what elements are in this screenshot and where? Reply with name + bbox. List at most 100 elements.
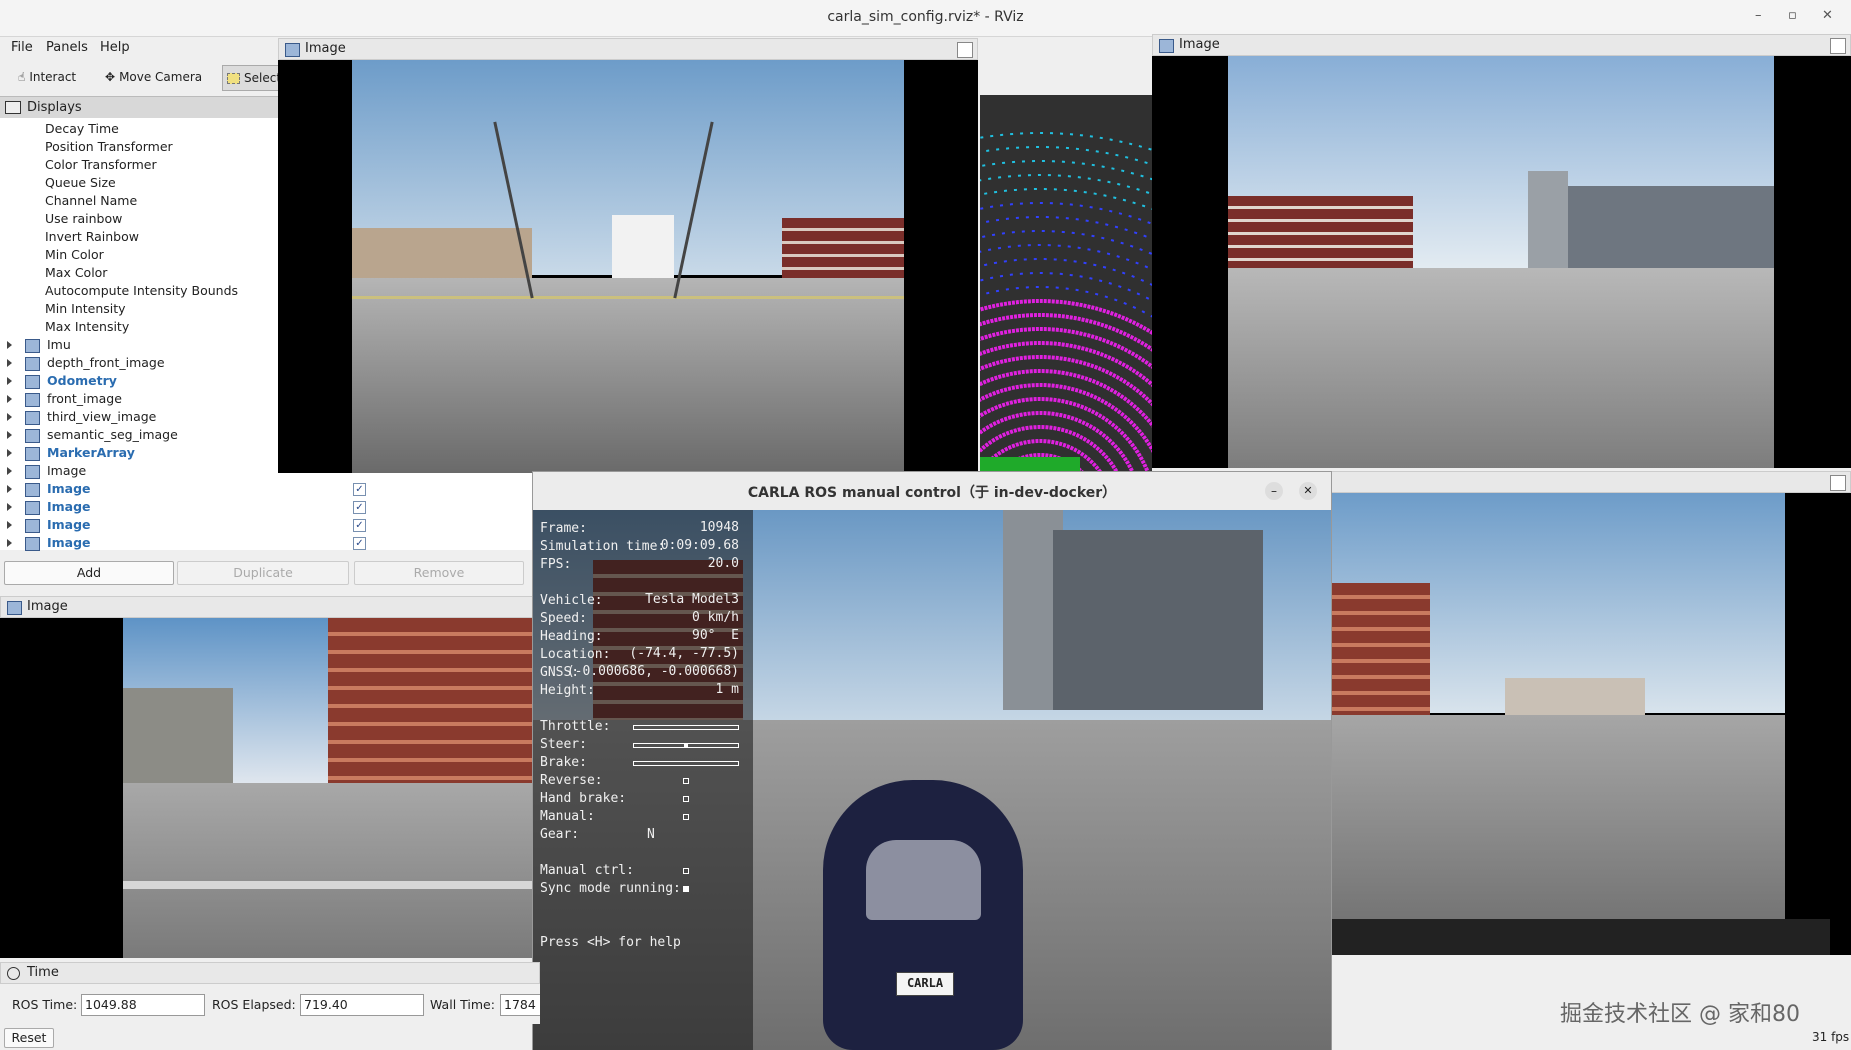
expand-arrow-icon[interactable] bbox=[7, 467, 12, 475]
displays-title: Displays bbox=[27, 100, 82, 115]
duplicate-button[interactable]: Duplicate bbox=[177, 561, 349, 585]
expand-arrow-icon[interactable] bbox=[7, 539, 12, 547]
menu-panels[interactable]: Panels bbox=[46, 40, 88, 55]
building bbox=[612, 215, 674, 285]
display-item[interactable]: Image ✓ bbox=[0, 498, 540, 516]
expand-arrow-icon[interactable] bbox=[7, 449, 12, 457]
hud-control-bar bbox=[633, 725, 739, 730]
image-panel-header-right: Image bbox=[1152, 34, 1851, 56]
image-view-top[interactable] bbox=[278, 60, 978, 473]
display-property[interactable]: Invert Rainbow bbox=[45, 228, 139, 246]
hud-value: 0:09:09.68 bbox=[660, 538, 739, 553]
marker-array-icon bbox=[25, 447, 40, 461]
menu-help[interactable]: Help bbox=[100, 40, 130, 55]
display-item[interactable]: Image ✓ bbox=[0, 534, 540, 552]
expand-arrow-icon[interactable] bbox=[7, 431, 12, 439]
hud-help-text: Press <H> for help bbox=[540, 935, 681, 950]
image-panel-header-lower-right bbox=[1330, 471, 1851, 493]
remove-button[interactable]: Remove bbox=[354, 561, 524, 585]
imu-icon bbox=[25, 339, 40, 353]
image-icon bbox=[285, 43, 300, 57]
hud-manual-ctrl-label: Manual ctrl: bbox=[540, 863, 634, 878]
hud-value: 10948 bbox=[699, 520, 739, 535]
expand-arrow-icon[interactable] bbox=[7, 377, 12, 385]
display-property[interactable]: Min Color bbox=[45, 246, 104, 264]
expand-arrow-icon[interactable] bbox=[7, 413, 12, 421]
float-toggle-button[interactable] bbox=[1830, 38, 1846, 54]
maximize-button[interactable]: ▫ bbox=[1788, 8, 1797, 23]
select-button[interactable]: Select bbox=[222, 65, 287, 91]
enable-checkbox[interactable]: ✓ bbox=[353, 537, 366, 550]
expand-arrow-icon[interactable] bbox=[7, 503, 12, 511]
expand-arrow-icon[interactable] bbox=[7, 341, 12, 349]
expand-arrow-icon[interactable] bbox=[7, 359, 12, 367]
interact-button[interactable]: ☝ Interact bbox=[18, 65, 76, 89]
expand-arrow-icon[interactable] bbox=[7, 485, 12, 493]
carla-manual-control-window[interactable]: CARLA ROS manual control（于 in-dev-docker… bbox=[532, 471, 1332, 1050]
wall-time-field[interactable]: 1784 bbox=[500, 994, 540, 1016]
hand-icon: ☝ bbox=[18, 70, 26, 84]
image-view-lower-right[interactable] bbox=[1330, 493, 1851, 955]
building bbox=[1528, 171, 1568, 271]
display-property[interactable]: Channel Name bbox=[45, 192, 137, 210]
display-property[interactable]: Color Transformer bbox=[45, 156, 157, 174]
display-item[interactable]: Image ✓ bbox=[0, 480, 540, 498]
building bbox=[1568, 186, 1774, 271]
expand-arrow-icon[interactable] bbox=[7, 395, 12, 403]
display-property[interactable]: Decay Time bbox=[45, 120, 119, 138]
image-view-right[interactable] bbox=[1152, 56, 1851, 468]
display-property[interactable]: Queue Size bbox=[45, 174, 116, 192]
clock-icon bbox=[7, 967, 20, 980]
license-plate: CARLA bbox=[896, 972, 954, 996]
watermark: 掘金技术社区 @ 家和80 bbox=[1560, 1002, 1800, 1027]
display-property[interactable]: Autocompute Intensity Bounds bbox=[45, 282, 238, 300]
image-panel-title: Image bbox=[27, 599, 68, 614]
camera-scene bbox=[352, 60, 904, 473]
point-cloud-view[interactable] bbox=[980, 95, 1152, 473]
carla-title-bar: CARLA ROS manual control（于 in-dev-docker… bbox=[533, 472, 1331, 511]
select-label: Select bbox=[244, 71, 282, 85]
hud-value: Tesla Model3 bbox=[645, 592, 739, 607]
display-item[interactable]: Image ✓ bbox=[0, 516, 540, 534]
ros-time-field[interactable]: 1049.88 bbox=[81, 994, 205, 1016]
hud-control-label: Throttle: bbox=[540, 719, 611, 734]
carla-close-button[interactable]: ✕ bbox=[1299, 482, 1317, 500]
hud-value: (-74.4, -77.5) bbox=[629, 646, 739, 661]
image-icon bbox=[25, 519, 40, 533]
float-toggle-button[interactable] bbox=[1830, 475, 1846, 491]
image-panel-title: Image bbox=[1179, 37, 1220, 52]
camera-scene bbox=[123, 618, 543, 958]
menu-file[interactable]: File bbox=[11, 40, 33, 55]
expand-arrow-icon[interactable] bbox=[7, 521, 12, 529]
display-property[interactable]: Use rainbow bbox=[45, 210, 122, 228]
display-property[interactable]: Max Intensity bbox=[45, 318, 129, 336]
close-button[interactable]: ✕ bbox=[1822, 8, 1833, 23]
enable-checkbox[interactable]: ✓ bbox=[353, 483, 366, 496]
display-property[interactable]: Max Color bbox=[45, 264, 107, 282]
display-item-label: semantic_seg_image bbox=[47, 427, 178, 442]
crosswalk bbox=[123, 881, 543, 889]
camera-scene bbox=[1330, 493, 1785, 955]
display-property[interactable]: Position Transformer bbox=[45, 138, 173, 156]
car-roof bbox=[866, 840, 981, 920]
enable-checkbox[interactable]: ✓ bbox=[353, 519, 366, 532]
image-icon bbox=[25, 501, 40, 515]
add-button[interactable]: Add bbox=[4, 561, 174, 585]
move-camera-button[interactable]: ✥ Move Camera bbox=[105, 65, 202, 89]
ros-time-label: ROS Time: bbox=[12, 997, 78, 1012]
display-property[interactable]: Min Intensity bbox=[45, 300, 126, 318]
float-toggle-button[interactable] bbox=[957, 42, 973, 58]
display-item-label: Image bbox=[47, 481, 91, 496]
reset-button[interactable]: Reset bbox=[4, 1028, 54, 1048]
carla-minimize-button[interactable]: – bbox=[1265, 482, 1283, 500]
enable-checkbox[interactable]: ✓ bbox=[353, 501, 366, 514]
image-icon bbox=[25, 393, 40, 407]
minimize-button[interactable]: – bbox=[1755, 8, 1762, 23]
ros-elapsed-field[interactable]: 719.40 bbox=[300, 994, 424, 1016]
hud-control-label: Gear: bbox=[540, 827, 580, 842]
hud-control-label: Reverse: bbox=[540, 773, 603, 788]
image-view-bottom-left[interactable] bbox=[0, 618, 543, 958]
displays-button-bar: Add Duplicate Remove bbox=[0, 556, 540, 588]
hud-toggle-box bbox=[683, 886, 689, 892]
display-item-label: Image bbox=[47, 535, 91, 550]
